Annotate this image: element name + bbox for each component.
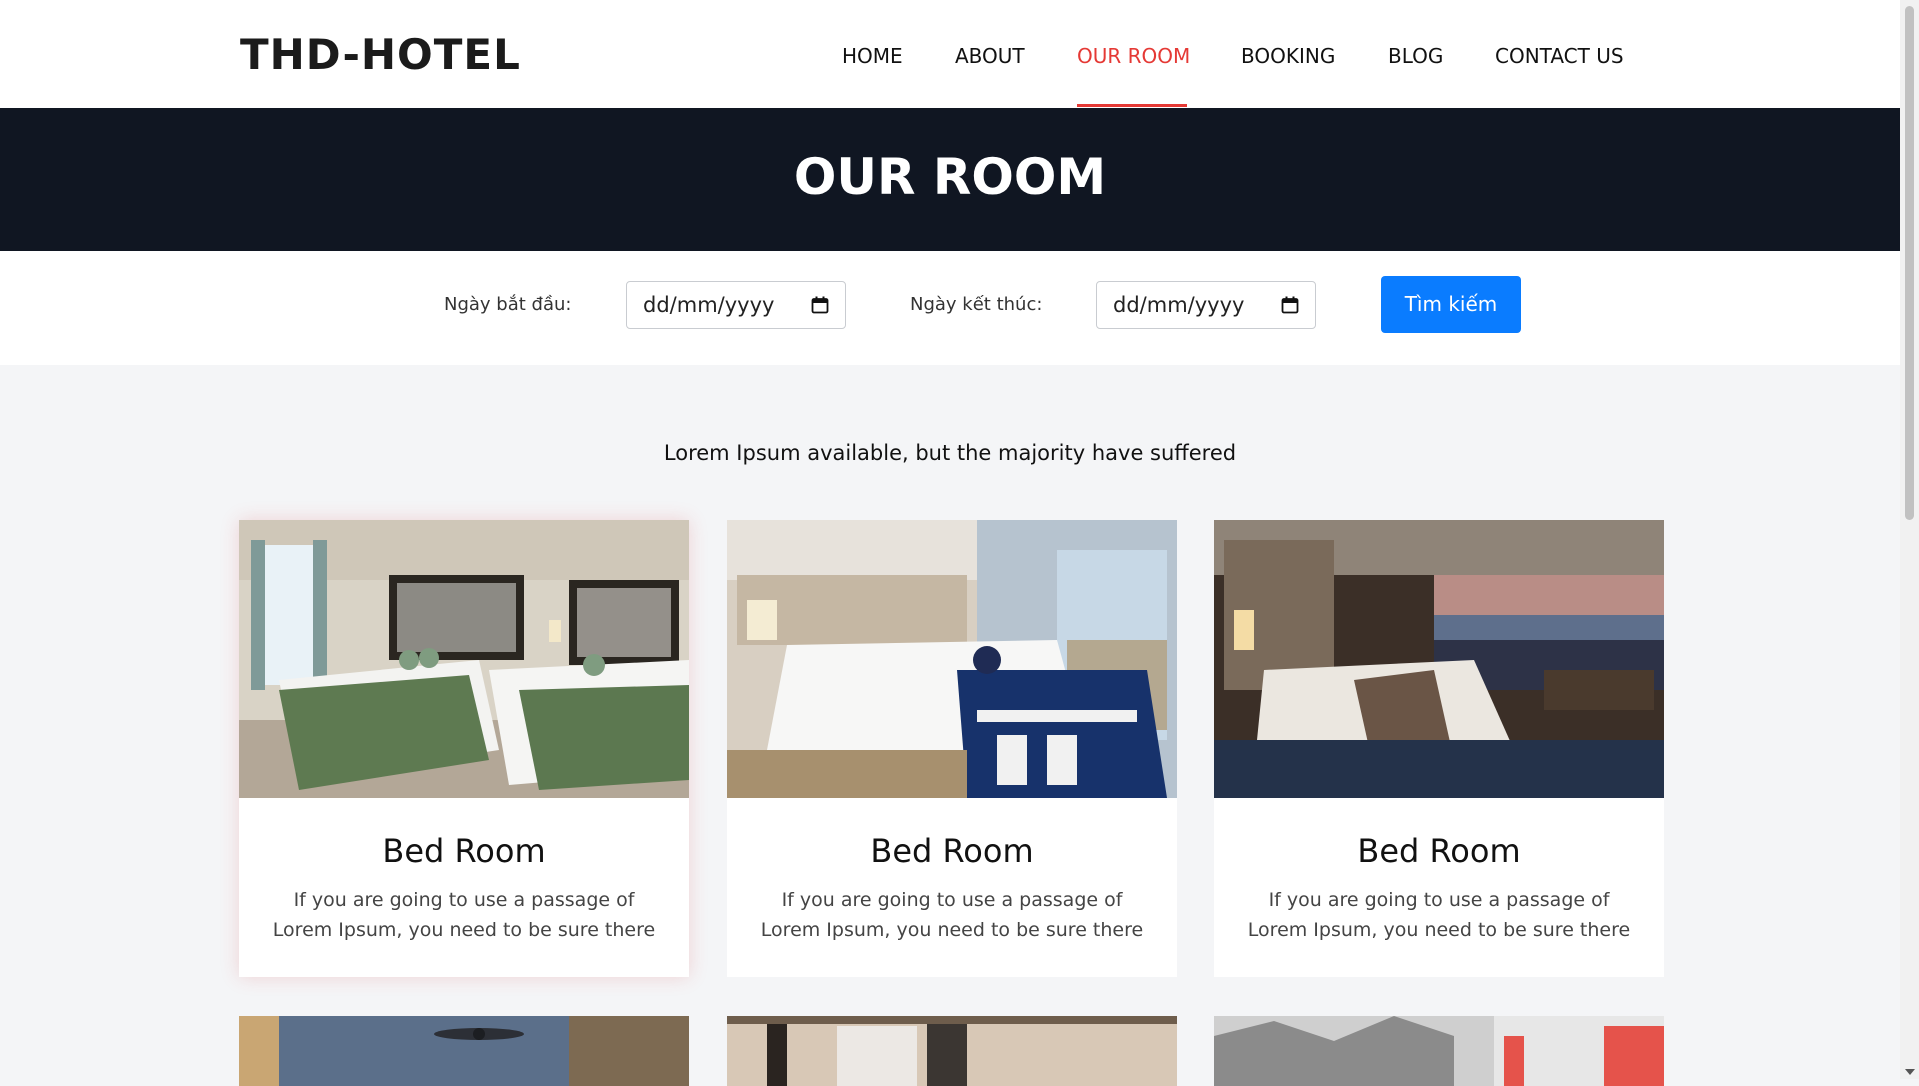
room-description-line: Lorem Ipsum, you need to be sure there xyxy=(1247,919,1631,941)
site-logo[interactable]: THD-HOTEL xyxy=(240,30,521,79)
room-card[interactable]: Bed Room If you are going to use a passa… xyxy=(239,520,689,977)
date-search-bar: Ngày bắt đầu: dd/mm/yyyy Ngày kết thúc: … xyxy=(0,251,1900,365)
room-description: If you are going to use a passage of Lor… xyxy=(747,885,1157,945)
end-date-label: Ngày kết thúc: xyxy=(910,294,1043,315)
nav-blog[interactable]: BLOG xyxy=(1388,44,1443,68)
scrollbar-thumb[interactable] xyxy=(1905,6,1914,520)
start-date-label: Ngày bắt đầu: xyxy=(444,294,572,315)
room-title: Bed Room xyxy=(1357,832,1521,870)
room-description: If you are going to use a passage of Lor… xyxy=(259,885,669,945)
start-date-input[interactable]: dd/mm/yyyy xyxy=(626,281,846,329)
room-title: Bed Room xyxy=(870,832,1034,870)
room-card[interactable]: Bed Room If you are going to use a passa… xyxy=(727,520,1177,977)
nav-booking[interactable]: BOOKING xyxy=(1241,44,1335,68)
nav-our-room[interactable]: OUR ROOM xyxy=(1077,44,1190,68)
search-button[interactable]: Tìm kiếm xyxy=(1381,276,1521,333)
page-banner: OUR ROOM xyxy=(0,108,1900,251)
room-card[interactable]: Bed Room If you are going to use a passa… xyxy=(1214,520,1664,977)
calendar-icon[interactable] xyxy=(811,296,829,314)
room-photo xyxy=(727,520,1177,798)
room-card-partial[interactable] xyxy=(239,1016,689,1086)
section-subtitle: Lorem Ipsum available, but the majority … xyxy=(663,441,1237,465)
calendar-icon[interactable] xyxy=(1281,296,1299,314)
room-description-line: If you are going to use a passage of xyxy=(293,889,635,911)
nav-about[interactable]: ABOUT xyxy=(955,44,1025,68)
start-date-placeholder: dd/mm/yyyy xyxy=(643,293,775,317)
room-card-partial[interactable] xyxy=(1214,1016,1664,1086)
site-header: THD-HOTEL HOME ABOUT OUR ROOM BOOKING BL… xyxy=(0,0,1900,108)
room-description-line: Lorem Ipsum, you need to be sure there xyxy=(760,919,1144,941)
room-photo xyxy=(239,520,689,798)
room-card-partial[interactable] xyxy=(727,1016,1177,1086)
nav-contact-us[interactable]: CONTACT US xyxy=(1495,44,1624,68)
room-description-line: If you are going to use a passage of xyxy=(1268,889,1610,911)
page-scrollbar[interactable] xyxy=(1900,0,1919,1079)
nav-home[interactable]: HOME xyxy=(842,44,903,68)
end-date-input[interactable]: dd/mm/yyyy xyxy=(1096,281,1316,329)
room-title: Bed Room xyxy=(382,832,546,870)
room-description-line: Lorem Ipsum, you need to be sure there xyxy=(272,919,656,941)
active-nav-underline xyxy=(1077,104,1187,107)
page-title: OUR ROOM xyxy=(793,148,1107,206)
room-description-line: If you are going to use a passage of xyxy=(781,889,1123,911)
scroll-down-arrow-icon[interactable] xyxy=(1905,1069,1915,1075)
room-photo xyxy=(1214,520,1664,798)
end-date-placeholder: dd/mm/yyyy xyxy=(1113,293,1245,317)
room-description: If you are going to use a passage of Lor… xyxy=(1234,885,1644,945)
